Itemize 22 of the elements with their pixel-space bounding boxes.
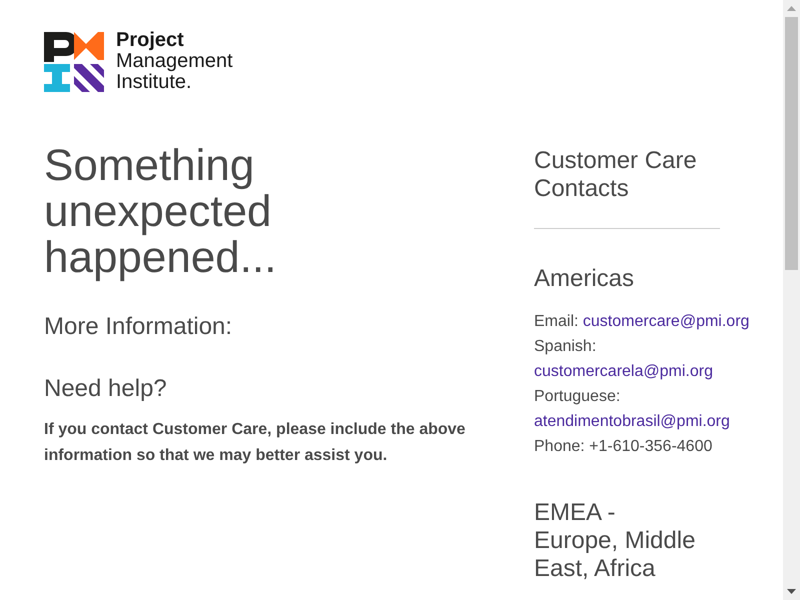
- section-heading: Need help?: [44, 374, 168, 404]
- scrollbar-thumb[interactable]: [785, 17, 798, 270]
- contact-text: Phone: +1-610-356-4600: [534, 437, 714, 457]
- logo-text: Institute.: [116, 72, 192, 93]
- logo-icon: [44, 32, 104, 92]
- contact-label: Email:: [534, 313, 578, 330]
- contact-label: Spanish:: [534, 337, 598, 357]
- section-heading: More Information:: [44, 312, 234, 342]
- email-link[interactable]: customercarela@pmi.org: [534, 359, 713, 384]
- scroll-up-icon[interactable]: [787, 6, 796, 11]
- scrollbar[interactable]: [783, 0, 800, 600]
- contacts-heading: Customer Care Contacts: [534, 147, 698, 203]
- logo-text: Project: [116, 30, 185, 51]
- email-link[interactable]: atendimentobrasil@pmi.org: [534, 409, 730, 434]
- logo-text: Management: [116, 51, 233, 72]
- scroll-down-icon[interactable]: [787, 589, 796, 594]
- region-heading: Americas: [534, 265, 636, 293]
- contact-label: Portuguese:: [534, 387, 622, 407]
- region-heading: EMEA - Europe, Middle East, Africa: [534, 499, 696, 583]
- error-heading: Something unexpected happened...: [44, 143, 278, 281]
- email-link[interactable]: customercare@pmi.org: [582, 313, 750, 330]
- help-text: If you contact Customer Care, please include the above information so that we may better assist you.: [44, 420, 466, 466]
